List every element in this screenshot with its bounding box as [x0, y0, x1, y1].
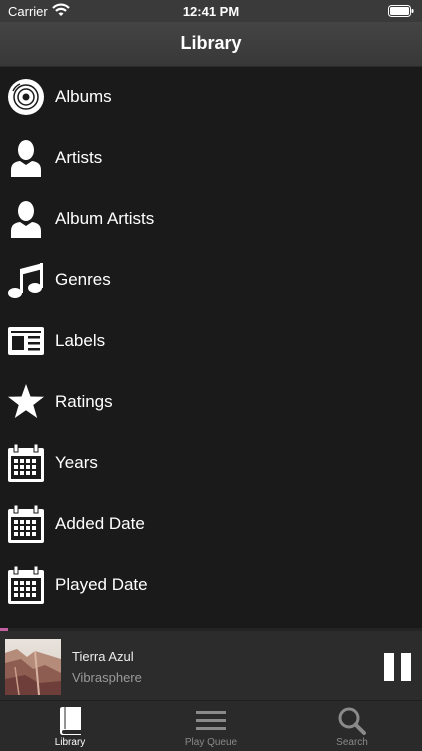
track-artist: Vibrasphere	[72, 670, 142, 685]
person-icon	[7, 200, 45, 238]
navigation-bar: Library	[0, 22, 422, 67]
list-item-label: Years	[55, 453, 98, 472]
list-item-label: Labels	[55, 331, 106, 350]
list-item-label: Albums	[55, 87, 112, 106]
pause-button[interactable]	[384, 653, 412, 681]
calendar-icon	[7, 444, 45, 482]
list-item-label: Ratings	[55, 392, 113, 411]
music-note-icon	[7, 261, 45, 299]
library-list: Albums Artists Album Artists Genres Labe…	[0, 67, 422, 616]
tab-label: Play Queue	[184, 737, 238, 748]
list-item-label: Artists	[55, 148, 103, 167]
list-item-label: Album Artists	[55, 209, 155, 228]
pause-icon	[384, 653, 394, 681]
mini-player[interactable]: Tierra Azul Vibrasphere	[0, 631, 422, 700]
calendar-icon	[7, 505, 45, 543]
clock: 12:41 PM	[182, 4, 240, 19]
album-icon	[7, 78, 45, 116]
list-item-label: Added Date	[55, 514, 145, 533]
tab-search[interactable]: Search	[282, 701, 422, 751]
list-item-label: Genres	[55, 270, 111, 289]
list-item-ratings[interactable]: Ratings	[0, 372, 422, 433]
tab-play-queue[interactable]: Play Queue	[141, 701, 281, 751]
label-icon	[7, 322, 45, 360]
calendar-icon	[7, 566, 45, 604]
book-icon	[55, 706, 85, 736]
battery-icon	[388, 5, 414, 20]
tab-bar: Library Play Queue Search	[0, 700, 422, 751]
tab-library[interactable]: Library	[0, 701, 140, 751]
search-icon	[337, 706, 367, 736]
list-item-artists[interactable]: Artists	[0, 128, 422, 189]
album-artwork[interactable]	[5, 639, 61, 695]
tab-label: Search	[336, 737, 368, 748]
list-icon	[196, 706, 226, 736]
list-item-genres[interactable]: Genres	[0, 250, 422, 311]
list-item-albums[interactable]: Albums	[0, 67, 422, 128]
list-item-album-artists[interactable]: Album Artists	[0, 189, 422, 250]
star-icon	[7, 383, 45, 421]
status-bar: Carrier 12:41 PM	[0, 0, 422, 22]
pause-icon	[401, 653, 411, 681]
list-item-labels[interactable]: Labels	[0, 311, 422, 372]
track-title: Tierra Azul	[72, 649, 134, 664]
list-item-years[interactable]: Years	[0, 433, 422, 494]
list-item-played-date[interactable]: Played Date	[0, 555, 422, 616]
page-title: Library	[180, 33, 242, 53]
list-item-added-date[interactable]: Added Date	[0, 494, 422, 555]
person-icon	[7, 139, 45, 177]
list-item-label: Played Date	[55, 575, 148, 594]
tab-label: Library	[54, 737, 86, 748]
